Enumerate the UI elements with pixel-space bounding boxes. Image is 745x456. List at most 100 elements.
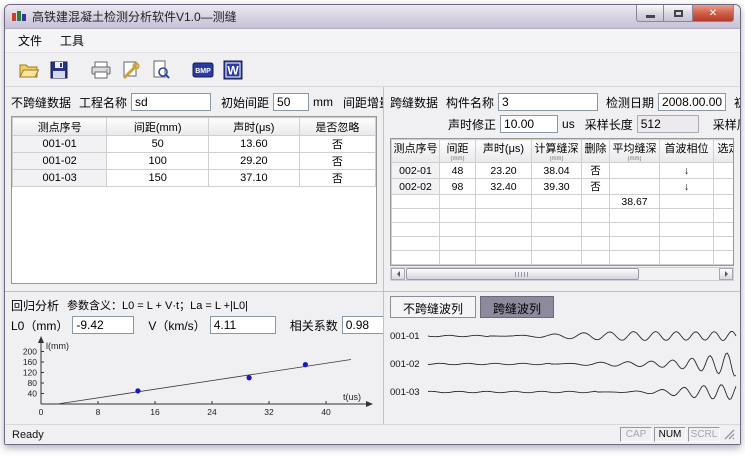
table-cell[interactable]: 37.10 [209, 170, 300, 187]
print-button[interactable] [87, 56, 115, 83]
table-cell[interactable] [714, 209, 735, 223]
table-cell[interactable]: 32.40 [476, 179, 532, 195]
table-cell[interactable] [610, 251, 660, 265]
print-preview-button[interactable] [147, 56, 175, 83]
table-cell[interactable] [714, 163, 735, 179]
table-cell[interactable] [714, 237, 735, 251]
sample-length-input[interactable] [637, 115, 699, 133]
open-button[interactable] [15, 56, 43, 83]
menu-item-0[interactable]: 文件 [9, 30, 51, 51]
table-cell[interactable] [660, 251, 714, 265]
table-cell[interactable] [660, 237, 714, 251]
table-cell[interactable] [660, 209, 714, 223]
table-cell[interactable]: 38.04 [532, 163, 582, 179]
minimize-button[interactable] [636, 5, 664, 22]
table-cell[interactable] [392, 223, 440, 237]
init-spacing-input[interactable] [273, 93, 309, 111]
project-name-input[interactable] [131, 93, 211, 111]
table-cell[interactable]: 002-02 [392, 179, 440, 195]
table-cell[interactable] [660, 195, 714, 209]
table-row[interactable] [392, 237, 735, 251]
table-cell[interactable] [610, 163, 660, 179]
table-cell[interactable]: 13.60 [209, 136, 300, 153]
sound-correction-input[interactable] [500, 115, 558, 133]
table-cell[interactable] [660, 223, 714, 237]
table-cell[interactable]: 48 [440, 163, 476, 179]
table-cell[interactable] [582, 237, 610, 251]
l0-input[interactable] [72, 316, 134, 334]
table-cell[interactable] [476, 209, 532, 223]
table-cell[interactable]: 否 [299, 170, 375, 187]
export-bmp-button[interactable]: BMP [189, 56, 217, 83]
scroll-left-arrow-icon[interactable] [391, 268, 405, 280]
tab-cross-wave[interactable]: 跨缝波列 [480, 296, 554, 318]
table-cell[interactable]: 150 [107, 170, 209, 187]
table-cell[interactable] [532, 251, 582, 265]
table-cell[interactable] [476, 223, 532, 237]
table-row[interactable]: 002-029832.4039.30否↓ [392, 179, 735, 195]
table-cell[interactable] [440, 251, 476, 265]
table-cell[interactable]: 39.30 [532, 179, 582, 195]
resize-grip[interactable] [723, 428, 736, 441]
table-cell[interactable]: 否 [299, 153, 375, 170]
scroll-right-arrow-icon[interactable] [719, 268, 733, 280]
table-cell[interactable] [714, 223, 735, 237]
table-cell[interactable] [476, 195, 532, 209]
table-cell[interactable]: 否 [582, 179, 610, 195]
table-row[interactable] [392, 251, 735, 265]
export-word-button[interactable]: W [219, 56, 247, 83]
table-cell[interactable]: ↓ [660, 163, 714, 179]
table-cell[interactable] [714, 195, 735, 209]
table-cell[interactable] [714, 179, 735, 195]
table-row[interactable]: 002-014823.2038.04否 ↓ [392, 163, 735, 179]
table-cell[interactable]: 38.67 [610, 195, 660, 209]
component-name-input[interactable] [498, 93, 598, 111]
table-cell[interactable]: 002-01 [392, 163, 440, 179]
table-cell[interactable] [582, 195, 610, 209]
table-cell[interactable]: 001-01 [13, 136, 107, 153]
table-cell[interactable] [532, 237, 582, 251]
table-cell[interactable]: 否 [299, 136, 375, 153]
scrollbar-thumb[interactable] [406, 268, 639, 280]
table-cell[interactable] [392, 195, 440, 209]
tab-no-cross-wave[interactable]: 不跨缝波列 [390, 296, 476, 318]
table-cell[interactable]: 001-03 [13, 170, 107, 187]
table-cell[interactable] [476, 237, 532, 251]
velocity-input[interactable] [210, 316, 276, 334]
table-row[interactable] [392, 209, 735, 223]
table-cell[interactable]: 100 [107, 153, 209, 170]
table-cell[interactable] [440, 237, 476, 251]
correlation-input[interactable] [342, 316, 383, 334]
table-row[interactable] [392, 223, 735, 237]
table-cell[interactable]: 否 [582, 163, 610, 179]
table-cell[interactable] [440, 209, 476, 223]
table-row[interactable]: 001-015013.60否 [13, 136, 376, 153]
table-cell[interactable] [392, 209, 440, 223]
table-cell[interactable] [476, 251, 532, 265]
print-setup-button[interactable] [117, 56, 145, 83]
table-cell[interactable]: 29.20 [209, 153, 300, 170]
table-cell[interactable] [392, 237, 440, 251]
table-cell[interactable]: 001-02 [13, 153, 107, 170]
table-cell[interactable]: 23.20 [476, 163, 532, 179]
test-date-input[interactable] [658, 93, 726, 111]
table-cell[interactable] [392, 251, 440, 265]
table-cell[interactable] [532, 209, 582, 223]
maximize-button[interactable] [664, 5, 692, 22]
table-cell[interactable] [440, 195, 476, 209]
table-cell[interactable] [532, 195, 582, 209]
table-cell[interactable] [582, 223, 610, 237]
title-bar[interactable]: 高铁建混凝土检测分析软件V1.0—测缝 ✕ [5, 5, 740, 29]
table-row[interactable]: 001-0315037.10否 [13, 170, 376, 187]
table-cell[interactable] [440, 223, 476, 237]
table-cell[interactable] [610, 209, 660, 223]
table-cell[interactable] [610, 223, 660, 237]
table-cell[interactable] [714, 251, 735, 265]
table-cell[interactable]: 50 [107, 136, 209, 153]
table-cell[interactable] [610, 179, 660, 195]
menu-item-1[interactable]: 工具 [51, 30, 93, 51]
close-button[interactable]: ✕ [692, 5, 734, 22]
table-cell[interactable]: ↓ [660, 179, 714, 195]
table-cell[interactable] [582, 209, 610, 223]
table-row[interactable]: 001-0210029.20否 [13, 153, 376, 170]
